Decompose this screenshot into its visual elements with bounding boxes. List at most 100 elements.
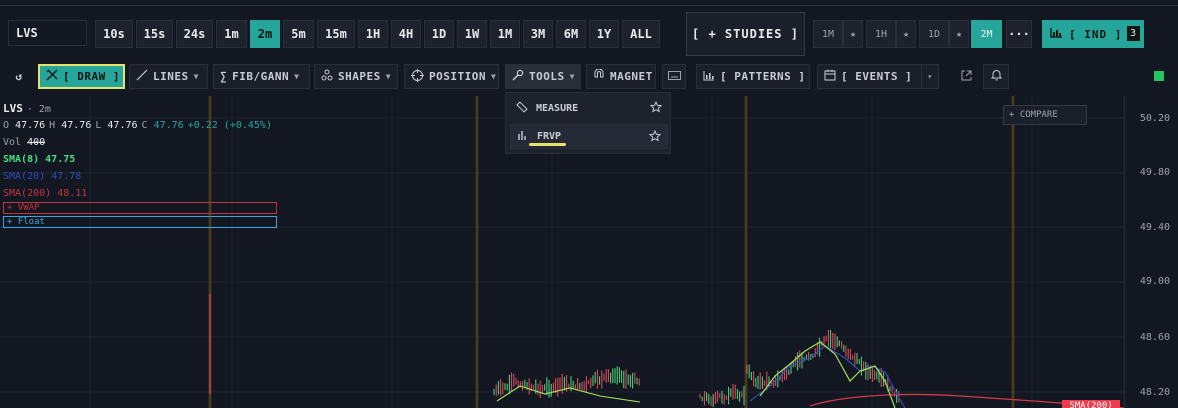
reset-button[interactable]: ↺ (7, 64, 31, 89)
events-label: [ EVENTS ] (841, 70, 913, 83)
legend-symbol: LVS (3, 102, 23, 115)
legend-ohlc: O 47.76 H 47.76 L 47.76 C 47.76 +0.22 (+0.45… (3, 117, 277, 134)
timeframe-button-1h[interactable]: 1H (358, 20, 388, 48)
timeframe-button-all[interactable]: ALL (622, 20, 660, 48)
low-value: 47.76 (107, 120, 138, 131)
magnet-button[interactable]: MAGNET (586, 64, 656, 89)
patterns-button[interactable]: [ PATTERNS ] (696, 64, 810, 89)
timeframe-button-1y[interactable]: 1Y (589, 20, 619, 48)
sma8-line (496, 385, 641, 403)
star-outline-icon[interactable] (649, 100, 663, 113)
timeframe-button-1m[interactable]: 1m (216, 20, 247, 48)
magnet-icon (593, 68, 605, 84)
timeframe-button-2m[interactable]: 2m (250, 20, 280, 48)
price-tick: 50.20 (1139, 113, 1170, 124)
sma200-value: 48.11 (57, 188, 88, 199)
menu-item-measure[interactable]: MEASURE (510, 96, 668, 121)
shapes-label: SHAPES (338, 70, 381, 83)
timeframe-button-4h[interactable]: 4H (391, 20, 421, 48)
magnet-label: MAGNET (610, 70, 653, 83)
alerts-button[interactable] (983, 64, 1009, 89)
price-tick: 49.00 (1139, 276, 1170, 287)
tools-label: TOOLS (529, 70, 565, 83)
top-border (0, 0, 1178, 6)
timeframe-button-10s[interactable]: 10s (95, 20, 133, 48)
more-button[interactable]: ··· (1006, 20, 1032, 48)
timeframe-button-6m[interactable]: 6M (556, 20, 586, 48)
shapes-icon (321, 69, 333, 84)
position-button[interactable]: POSITION ▼ (404, 64, 499, 89)
events-button[interactable]: [ EVENTS ] (817, 64, 922, 89)
measure-label: MEASURE (536, 103, 579, 114)
ruler-icon (516, 101, 528, 116)
compare-button[interactable]: + COMPARE (1003, 105, 1087, 125)
fav-2m-button[interactable]: 2M (971, 20, 1002, 48)
open-value: 47.76 (15, 120, 46, 131)
timeframe-button-5m[interactable]: 5m (283, 20, 314, 48)
draw-tools-icon (46, 69, 58, 84)
sma20-value: 47.78 (51, 171, 82, 182)
timeframe-button-1d[interactable]: 1D (424, 20, 454, 48)
star-icon[interactable]: ★ (896, 20, 916, 48)
draw-label: [ DRAW ] (63, 70, 120, 83)
shapes-button[interactable]: SHAPES ▼ (314, 64, 398, 89)
legend-sma8[interactable]: SMA(8) 47.75 (3, 151, 277, 168)
tools-button[interactable]: TOOLS ▼ (505, 64, 581, 89)
fav-1d-button[interactable]: 1D (919, 20, 949, 48)
symbol-input[interactable] (8, 20, 87, 46)
wrench-icon (512, 69, 524, 84)
timeframe-button-15m[interactable]: 15m (317, 20, 355, 48)
vwap-toggle[interactable]: + VWAP (3, 202, 277, 214)
timeframe-button-24s[interactable]: 24s (176, 20, 213, 48)
legend-sma20[interactable]: SMA(20) 47.78 (3, 168, 277, 185)
indicators-label: [ IND ] (1069, 27, 1123, 41)
connection-status-indicator (1154, 71, 1164, 81)
favorite-timeframe-2m: 2M (971, 20, 1002, 48)
price-tick: 49.40 (1139, 222, 1170, 233)
fib-label: FIB/GANN (232, 70, 290, 83)
popout-button[interactable] (954, 64, 978, 89)
chevron-down-icon: ▼ (569, 72, 575, 81)
legend-sma200[interactable]: SMA(200) 48.11 (3, 185, 277, 202)
star-outline-icon[interactable] (648, 129, 662, 142)
high-value: 47.76 (61, 120, 92, 131)
line-icon (136, 69, 148, 84)
fav-1h-button[interactable]: 1H (866, 20, 896, 48)
price-tick: 48.60 (1139, 332, 1170, 343)
float-toggle[interactable]: + Float (3, 216, 277, 228)
reset-icon: ↺ (15, 70, 23, 83)
change-value: +0.22 (+0.45%) (187, 120, 272, 131)
keyboard-button[interactable] (662, 64, 686, 89)
studies-button[interactable]: [ + STUDIES ] (686, 12, 805, 56)
timeframe-bar: 10s15s24s1m2m5m15m1H4H1D1W1M3M6M1YALL [ … (0, 12, 1178, 56)
crosshair-icon (411, 68, 424, 85)
external-link-icon (961, 70, 972, 84)
fav-1m-button[interactable]: 1M (813, 20, 843, 48)
draw-button[interactable]: [ DRAW ] (38, 64, 125, 89)
indicators-button[interactable]: [ IND ] 3 (1042, 20, 1144, 48)
chart-legend: LVS · 2m O 47.76 H 47.76 L 47.76 C 47.76 +0.2… (3, 100, 277, 230)
sma8-label: SMA(8) (3, 154, 40, 165)
fib-gann-button[interactable]: ∑ FIB/GANN ▼ (213, 64, 310, 89)
lines-label: LINES (153, 70, 189, 83)
chevron-down-icon: ▾ (927, 72, 933, 81)
timeframe-button-1m[interactable]: 1M (490, 20, 520, 48)
timeframe-button-15s[interactable]: 15s (136, 20, 173, 48)
lines-button[interactable]: LINES ▼ (129, 64, 208, 89)
events-dropdown-button[interactable]: ▾ (921, 64, 939, 89)
bar-chart-icon (703, 70, 715, 84)
star-icon[interactable]: ★ (843, 20, 863, 48)
indicator-count-badge: 3 (1127, 26, 1140, 41)
sma20-label: SMA(20) (3, 171, 46, 182)
timeframe-button-3m[interactable]: 3M (523, 20, 553, 48)
timeframe-button-1w[interactable]: 1W (457, 20, 487, 48)
high-key: H (49, 120, 56, 131)
patterns-label: [ PATTERNS ] (720, 70, 806, 83)
drawing-toolbar: ↺ [ DRAW ] LINES ▼ ∑ FIB/GANN ▼ SHAPES ▼… (0, 64, 1178, 90)
star-icon[interactable]: ★ (949, 20, 969, 48)
volume-key: Vol (3, 137, 22, 148)
legend-volume: Vol 400 (3, 134, 277, 151)
price-axis[interactable]: 50.20 49.80 49.40 49.00 48.60 48.20 (1124, 96, 1178, 408)
favorite-timeframe-1h: 1H ★ (866, 20, 916, 48)
position-label: POSITION (429, 70, 486, 83)
